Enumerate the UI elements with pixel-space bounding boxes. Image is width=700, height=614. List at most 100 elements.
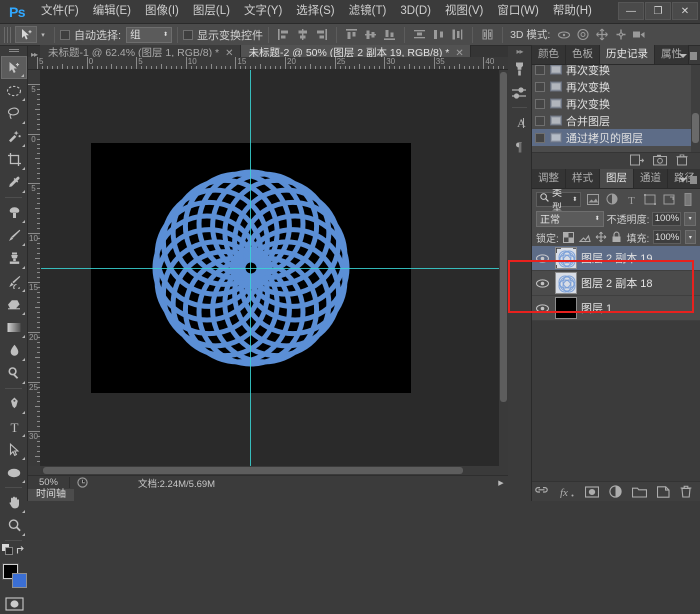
path-selection-tool[interactable] — [1, 438, 27, 461]
opacity-value[interactable]: 100% — [652, 212, 681, 226]
align-horizontal-centers-icon[interactable] — [294, 27, 311, 43]
history-snapshot-checkbox[interactable] — [535, 116, 545, 126]
move-tool[interactable] — [1, 56, 27, 79]
clone-stamp-tool[interactable] — [1, 247, 27, 270]
history-panel-collapse-icon[interactable] — [690, 52, 697, 60]
brush-flyout-icon[interactable] — [22, 243, 25, 246]
horizontal-guide[interactable] — [41, 268, 508, 269]
tool-preset-caret-icon[interactable]: ▾ — [37, 31, 49, 39]
marquee-flyout-icon[interactable] — [22, 98, 25, 101]
move-tool-flyout-icon[interactable] — [21, 74, 24, 77]
minimize-button[interactable]: — — [618, 2, 644, 20]
blur-flyout-icon[interactable] — [22, 358, 25, 361]
background-color-swatch[interactable] — [12, 573, 27, 588]
canvas-area[interactable] — [41, 70, 508, 466]
menu-window[interactable]: 窗口(W) — [490, 0, 546, 23]
tab-history[interactable]: 历史记录 — [600, 45, 655, 64]
move-tool-icon[interactable] — [15, 26, 37, 43]
layers-panel-collapse-icon[interactable] — [690, 176, 697, 184]
eraser-flyout-icon[interactable] — [22, 312, 25, 315]
opacity-stepper-icon[interactable]: ▾ — [684, 212, 696, 226]
new-snapshot-icon[interactable] — [653, 154, 667, 169]
layers-panel-menu-icon[interactable] — [679, 178, 687, 182]
pan-3d-icon[interactable] — [593, 27, 610, 43]
menu-help[interactable]: 帮助(H) — [546, 0, 599, 23]
new-adjustment-layer-icon[interactable] — [609, 485, 622, 498]
lock-transparent-pixels-icon[interactable] — [563, 230, 575, 244]
gradient-tool[interactable] — [1, 316, 27, 339]
history-panel-menu-icon[interactable] — [679, 54, 687, 58]
tools-panel-grip[interactable] — [0, 46, 27, 56]
menu-filter[interactable]: 滤镜(T) — [342, 0, 394, 23]
brush-tool[interactable] — [1, 224, 27, 247]
align-right-edges-icon[interactable] — [313, 27, 330, 43]
new-layer-icon[interactable] — [657, 486, 670, 498]
tab-layers[interactable]: 图层 — [600, 169, 634, 188]
menu-edit[interactable]: 编辑(E) — [86, 0, 138, 23]
ellipse-tool[interactable] — [1, 461, 27, 484]
filter-pixel-icon[interactable] — [585, 191, 600, 207]
lasso-tool[interactable] — [1, 102, 27, 125]
layer-filter-type-dropdown[interactable]: 类型 ⬍ — [536, 192, 581, 207]
layers-panel-menu[interactable] — [679, 176, 697, 184]
history-row-selected[interactable]: 通过拷贝的图层 — [532, 129, 700, 146]
history-row[interactable]: 再次变换 — [532, 95, 700, 112]
healing-flyout-icon[interactable] — [22, 220, 25, 223]
quick-mask-icon[interactable] — [1, 594, 27, 614]
history-snapshot-checkbox[interactable] — [535, 99, 545, 109]
align-bottom-edges-icon[interactable] — [381, 27, 398, 43]
orbit-3d-icon[interactable] — [555, 27, 572, 43]
menu-view[interactable]: 视图(V) — [438, 0, 490, 23]
zoom-flyout-icon[interactable] — [22, 533, 25, 536]
history-row[interactable]: 合并图层 — [532, 112, 700, 129]
history-list[interactable]: 再次变换 再次变换 再次变换 合并图层 通过拷贝的图层 — [532, 65, 700, 152]
layer-visibility-icon[interactable] — [534, 254, 551, 263]
distribute-top-icon[interactable] — [411, 27, 428, 43]
character-panel-icon[interactable]: A — [508, 110, 531, 134]
tab-channels[interactable]: 通道 — [634, 169, 668, 188]
crop-flyout-icon[interactable] — [22, 167, 25, 170]
status-menu-arrow-icon[interactable]: ▶ — [494, 479, 508, 487]
layer-thumbnail[interactable] — [555, 247, 577, 269]
filter-type-icon[interactable]: T — [624, 191, 639, 207]
align-vertical-centers-icon[interactable] — [362, 27, 379, 43]
zoom-tool[interactable] — [1, 514, 27, 537]
horizontal-ruler[interactable]: 50510152025303540 — [28, 57, 508, 70]
filter-smart-object-icon[interactable] — [662, 191, 677, 207]
pen-flyout-icon[interactable] — [22, 411, 25, 414]
blend-mode-dropdown[interactable]: 正常 ⬍ — [536, 211, 604, 227]
default-colors-icon[interactable] — [2, 544, 13, 558]
new-document-from-state-icon[interactable] — [630, 154, 644, 169]
maximize-button[interactable]: ❐ — [645, 2, 671, 20]
layer-visibility-icon[interactable] — [534, 304, 551, 313]
eyedropper-flyout-icon[interactable] — [22, 190, 25, 193]
menu-image[interactable]: 图像(I) — [138, 0, 186, 23]
add-layer-mask-icon[interactable] — [585, 486, 599, 498]
layer-row-copy-19[interactable]: 图层 2 副本 19 — [532, 246, 700, 271]
tab-adjustments[interactable]: 调整 — [532, 169, 566, 188]
lock-image-pixels-icon[interactable] — [579, 230, 591, 244]
menu-select[interactable]: 选择(S) — [289, 0, 341, 23]
history-snapshot-checkbox[interactable] — [535, 133, 545, 143]
link-layers-icon[interactable] — [534, 487, 549, 497]
tab-swatches[interactable]: 色板 — [566, 45, 600, 64]
roll-3d-icon[interactable] — [574, 27, 591, 43]
fill-value[interactable]: 100% — [653, 230, 681, 244]
delete-layer-icon[interactable] — [680, 485, 692, 498]
dodge-tool[interactable] — [1, 362, 27, 385]
history-row[interactable]: 再次变换 — [532, 78, 700, 95]
slide-3d-icon[interactable] — [612, 27, 629, 43]
distribute-bottom-icon[interactable] — [449, 27, 466, 43]
quick-selection-flyout-icon[interactable] — [22, 144, 25, 147]
show-transform-controls-checkbox[interactable] — [183, 30, 193, 40]
align-top-edges-icon[interactable] — [343, 27, 360, 43]
layer-list[interactable]: 图层 2 副本 19 图层 2 副本 18 图层 1 — [532, 246, 700, 321]
eraser-tool[interactable] — [1, 293, 27, 316]
history-scrollbar[interactable] — [691, 65, 700, 152]
delete-state-icon[interactable] — [676, 154, 688, 169]
tab-timeline[interactable]: 时间轴 — [28, 489, 74, 501]
tab-styles[interactable]: 样式 — [566, 169, 600, 188]
layer-row-copy-18[interactable]: 图层 2 副本 18 — [532, 271, 700, 296]
auto-select-checkbox[interactable] — [60, 30, 70, 40]
elliptical-marquee-tool[interactable] — [1, 79, 27, 102]
